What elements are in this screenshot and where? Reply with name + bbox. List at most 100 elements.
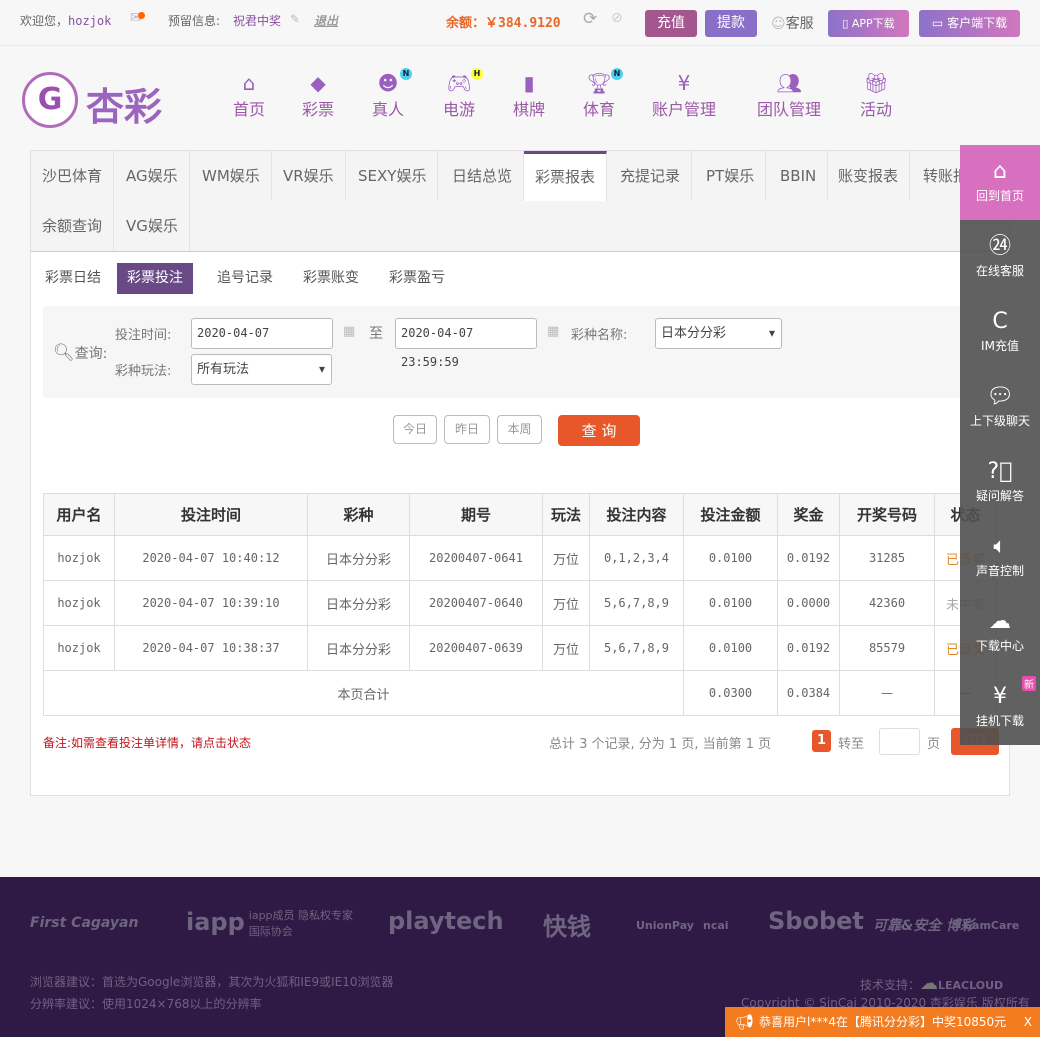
calendar-icon[interactable]: ▦ [547, 324, 559, 339]
tab-item[interactable]: 沙巴体育 [31, 151, 115, 201]
nav-item[interactable]: 🎁︎ 活动 [860, 70, 892, 130]
to-label: 至 [369, 326, 383, 342]
column-header: 用户名 [43, 493, 115, 536]
toast-text: 恭喜用户l***4在【腾讯分分彩】中奖10850元 [759, 1015, 1007, 1029]
balance: 余额：￥384.9120 [446, 12, 561, 31]
withdraw-button[interactable]: 提款 [705, 10, 757, 37]
subtab-item[interactable]: 彩票账变 [293, 263, 369, 294]
client-download-button[interactable]: ▭ 客户端下载 [919, 10, 1020, 37]
yesterday-button[interactable]: 昨日 [444, 415, 490, 444]
subtab-item[interactable]: 彩票投注 [117, 263, 193, 294]
toast-close-button[interactable]: X [1024, 1007, 1032, 1037]
report-tabs: 沙巴体育 AG娱乐 WM娱乐 VR娱乐 SEXY娱乐 日结总览 彩票报表 充提记录 PT娱乐 BB… [31, 151, 1009, 252]
tab-item[interactable]: 充提记录 [609, 151, 693, 201]
total-bonus: 0.0384 [777, 670, 840, 716]
app-download-button[interactable]: ▯ APP下载 [828, 10, 909, 37]
nav-label: 电游 [443, 100, 476, 119]
nav-label: 首页 [233, 100, 266, 119]
cards-icon: ▮ [523, 71, 535, 95]
end-time-input[interactable]: 2020-04-07 23:59:59 [395, 318, 537, 369]
calendar-icon[interactable]: ▦ [343, 324, 355, 339]
page-input[interactable] [879, 728, 920, 755]
subtab-item[interactable]: 追号记录 [207, 263, 283, 294]
table-cell: 0.0192 [777, 535, 840, 581]
partner-name: 可靠&安全 博彩 [873, 918, 975, 934]
search-icon: 🔍︎ [53, 343, 75, 363]
start-time-input[interactable]: 2020-04-07 00:00:00 [191, 318, 333, 369]
logo[interactable]: G 杏彩 [20, 70, 175, 132]
page-unit: 页 [927, 737, 941, 752]
tab-item[interactable]: PT娱乐 [695, 151, 767, 201]
logout-link[interactable]: 退出 [314, 12, 338, 29]
nav-item[interactable]: ☻ N 真人 [372, 68, 413, 130]
table-cell: 2020-04-07 10:40:12 [114, 535, 308, 581]
partner-name: UnionPay [636, 919, 694, 932]
bet-table: 用户名投注时间彩种期号玩法投注内容投注金额奖金开奖号码状态hozjok2020-… [43, 493, 997, 716]
partner-logo: 可靠&安全 博彩 [873, 915, 974, 935]
partner-name: playtech [388, 907, 504, 935]
nav-item[interactable]: ⌂ 首页 [233, 70, 265, 130]
tab-item[interactable]: BBIN [769, 151, 829, 201]
bet-time-label: 投注时间: [115, 328, 172, 343]
nav-item[interactable]: ¥ 账户管理 [652, 70, 716, 130]
cloud-icon: ☁ [920, 973, 939, 994]
tab-item[interactable]: 账变报表 [827, 151, 911, 201]
table-cell: 0.0100 [683, 625, 778, 671]
chat-icon: 💬︎ [986, 384, 1014, 409]
sidebar-item[interactable]: ⌂ 回到首页 [960, 145, 1040, 220]
lottery-select[interactable]: 日本分分彩 [655, 318, 782, 349]
subtab-item[interactable]: 彩票日结 [35, 263, 111, 294]
sidebar-item[interactable]: ¥ 挂机下载新 [960, 670, 1040, 745]
partner-logo: Sbobet [768, 907, 864, 935]
mail-icon[interactable]: ✉ [130, 10, 145, 26]
sidebar-label: 挂机下载 [975, 714, 1024, 728]
table-row: hozjok 2020-04-07 10:39:10 日本分分彩 20200407-0… [43, 580, 997, 626]
tab-item[interactable]: 日结总览 [441, 151, 525, 201]
sidebar-item[interactable]: ?⃝ 疑问解答 [960, 445, 1040, 520]
service-link[interactable]: ☺客服 [771, 13, 814, 33]
partner-name: Sbobet [768, 907, 864, 935]
sidebar-item[interactable]: C IM充值 [960, 295, 1040, 370]
speaker-icon: 🔈︎ [993, 534, 1007, 559]
sidebar-item[interactable]: ㉔在线客服 [960, 220, 1040, 295]
table-cell: 5,6,7,8,9 [589, 625, 684, 671]
tab-item[interactable]: AG娱乐 [115, 151, 190, 201]
tab-item[interactable]: VR娱乐 [272, 151, 346, 201]
reserved-label: 预留信息: [168, 14, 221, 28]
subtab-item[interactable]: 彩票盈亏 [379, 263, 455, 294]
nav-item[interactable]: 🏆︎ N 体育 [583, 68, 624, 130]
partner-logo: 快钱 [543, 907, 591, 942]
nav-item[interactable]: ▮ 棋牌 [513, 70, 545, 130]
recharge-button[interactable]: 充值 [645, 10, 697, 37]
hide-eye-icon[interactable]: ⊘ [611, 10, 623, 26]
partner-logo: ncai [703, 907, 729, 935]
partner-logo: iapp iapp成员 隐私权专家国际协会 [186, 907, 359, 939]
tab-item[interactable]: SEXY娱乐 [347, 151, 439, 201]
edit-icon[interactable]: ✎ [290, 12, 300, 26]
nav-item[interactable]: 👥︎ 团队管理 [757, 70, 821, 130]
megaphone-icon: 📢︎ [735, 1013, 755, 1031]
sidebar-item[interactable]: 🔈︎ 声音控制 [960, 520, 1040, 595]
nav-item[interactable]: ◆ 彩票 [302, 70, 334, 130]
column-header: 投注时间 [114, 493, 308, 536]
partner-name: iapp成员 隐私权专家国际协会 [248, 909, 354, 938]
today-button[interactable]: 今日 [393, 415, 437, 444]
refresh-icon[interactable]: ⟳ [583, 9, 597, 29]
cloud-download-icon: ☁ [989, 609, 1011, 634]
play-label: 彩种玩法: [115, 364, 172, 379]
this-week-button[interactable]: 本周 [497, 415, 542, 444]
im-icon: C [992, 309, 1008, 334]
tab-item[interactable]: 彩票报表 [524, 151, 608, 201]
tab-item[interactable]: 余额查询 [31, 201, 115, 251]
play-select[interactable]: 所有玩法 [191, 354, 332, 385]
current-page[interactable]: 1 [812, 730, 831, 752]
sidebar-item[interactable]: ☁ 下载中心 [960, 595, 1040, 670]
welcome-text: 欢迎您，hozjok [20, 12, 111, 29]
tech-label: 技术支持： [860, 978, 921, 992]
nav-label: 活动 [860, 100, 893, 119]
nav-item[interactable]: 🎮︎ H 电游 [443, 68, 484, 130]
search-button[interactable]: 查 询 [558, 415, 640, 446]
tab-item[interactable]: VG娱乐 [115, 201, 190, 251]
tab-item[interactable]: WM娱乐 [191, 151, 272, 201]
sidebar-item[interactable]: 💬︎ 上下级聊天 [960, 370, 1040, 445]
